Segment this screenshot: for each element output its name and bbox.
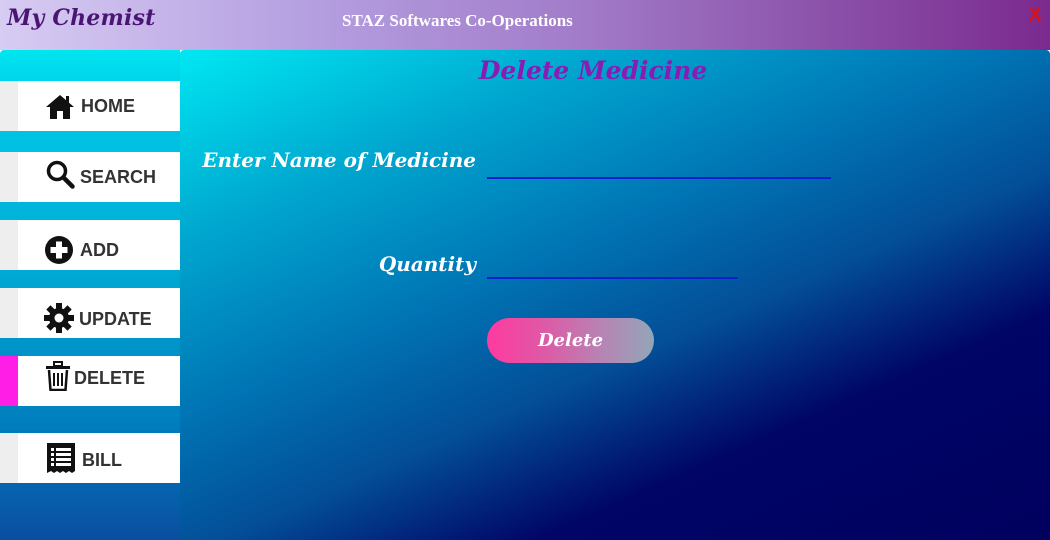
trash-icon (46, 361, 70, 391)
delete-button[interactable]: Delete (487, 318, 654, 363)
sidebar-item-indicator (0, 288, 18, 338)
sidebar-item-update[interactable]: UPDATE (0, 288, 180, 338)
home-icon (46, 95, 74, 119)
sidebar-item-delete[interactable]: DELETE (0, 356, 180, 406)
sidebar-item-search[interactable]: SEARCH (0, 152, 180, 202)
sidebar-item-label: ADD (80, 240, 119, 260)
receipt-icon (47, 443, 75, 473)
sidebar-item-indicator (0, 356, 18, 406)
sidebar-item-label: DELETE (74, 368, 146, 388)
sidebar-item-indicator (0, 81, 18, 131)
gear-icon (44, 303, 74, 333)
sidebar-item-indicator (0, 220, 18, 270)
close-button[interactable]: X (1027, 6, 1043, 26)
main-panel: Delete Medicine Enter Name of Medicine Q… (180, 50, 1050, 540)
sidebar-item-add[interactable]: ADD (0, 220, 180, 270)
sidebar-item-label: UPDATE (79, 309, 152, 329)
app-title: My Chemist (7, 5, 156, 31)
title-bar: My Chemist STAZ Softwares Co-Operations … (0, 0, 1050, 50)
medicine-name-input[interactable] (487, 153, 831, 179)
quantity-input[interactable] (487, 253, 738, 279)
page-title: Delete Medicine (478, 56, 708, 85)
search-icon (46, 160, 75, 189)
sidebar-item-label: SEARCH (80, 167, 157, 187)
sidebar-item-bill[interactable]: BILL (0, 433, 180, 483)
company-name: STAZ Softwares Co-Operations (342, 11, 573, 30)
medicine-name-label: Enter Name of Medicine (202, 148, 476, 172)
sidebar-item-home[interactable]: HOME (0, 81, 180, 131)
sidebar: HOME SEARCH ADD UPDATE DELETE BILL (0, 50, 180, 540)
sidebar-item-label: HOME (81, 96, 135, 116)
sidebar-item-label: BILL (82, 450, 122, 470)
quantity-label: Quantity (378, 252, 476, 276)
sidebar-item-indicator (0, 152, 18, 202)
sidebar-item-indicator (0, 433, 18, 483)
add-icon (45, 236, 73, 264)
